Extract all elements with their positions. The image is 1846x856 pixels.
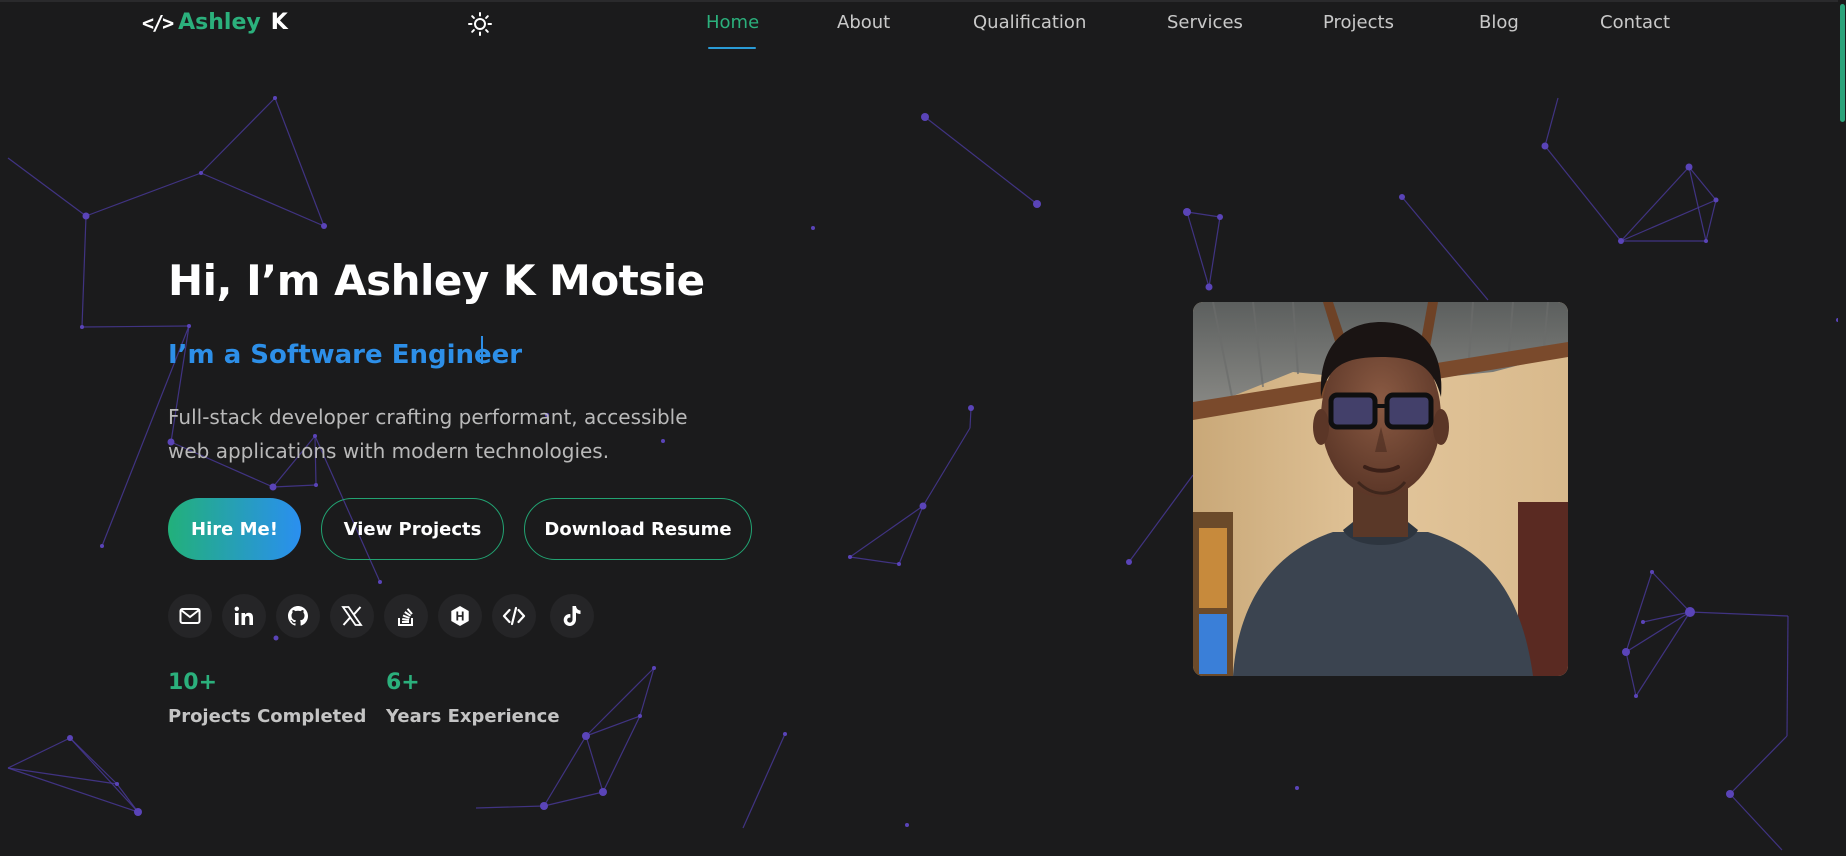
- logo-first-name: Ashley: [178, 10, 261, 35]
- stat-experience-label: Years Experience: [386, 706, 560, 727]
- linkedin-link[interactable]: [222, 594, 266, 638]
- logo[interactable]: </> Ashley K: [142, 10, 288, 35]
- code-link[interactable]: [492, 594, 536, 638]
- hackerrank-icon: [451, 606, 469, 626]
- top-navbar: </> Ashley K Home About Qualification Se…: [0, 0, 1846, 50]
- view-projects-button[interactable]: View Projects: [321, 498, 504, 560]
- tiktok-icon: [563, 606, 581, 626]
- linkedin-icon: [234, 606, 253, 625]
- nav-home[interactable]: Home: [706, 12, 759, 33]
- stat-projects-label: Projects Completed: [168, 706, 367, 727]
- nav-projects[interactable]: Projects: [1323, 12, 1394, 33]
- x-icon: [341, 606, 363, 626]
- stackoverflow-icon: [398, 608, 413, 626]
- hero-title: Hi, I’m Ashley K Motsie: [168, 256, 705, 305]
- profile-photo: [1193, 302, 1568, 676]
- github-link[interactable]: [276, 594, 320, 638]
- stackoverflow-link[interactable]: [384, 594, 428, 638]
- nav-qualification[interactable]: Qualification: [973, 12, 1086, 33]
- sun-icon[interactable]: [467, 11, 493, 37]
- page-scrollbar[interactable]: [1838, 0, 1846, 856]
- stat-experience-value: 6+: [386, 670, 420, 695]
- hero-role: I’m a Software Engineer: [168, 340, 523, 370]
- stat-projects-value: 10+: [168, 670, 218, 695]
- download-resume-button[interactable]: Download Resume: [524, 498, 752, 560]
- mail-icon: [179, 608, 201, 624]
- tiktok-link[interactable]: [550, 594, 594, 638]
- logo-last-name: K: [270, 10, 288, 35]
- github-icon: [288, 606, 308, 626]
- nav-contact[interactable]: Contact: [1600, 12, 1670, 33]
- code-logo-icon: </>: [142, 10, 174, 35]
- nav-blog[interactable]: Blog: [1479, 12, 1519, 33]
- typing-caret: [481, 336, 483, 364]
- nav-about[interactable]: About: [837, 12, 890, 33]
- nav-services[interactable]: Services: [1167, 12, 1243, 33]
- hero-description: Full-stack developer crafting performant…: [168, 405, 688, 463]
- hire-me-button[interactable]: Hire Me!: [168, 498, 301, 560]
- active-nav-indicator: [708, 47, 756, 49]
- hackerrank-link[interactable]: [438, 594, 482, 638]
- scrollbar-thumb[interactable]: [1840, 4, 1845, 122]
- x-link[interactable]: [330, 594, 374, 638]
- code-icon: [502, 606, 526, 626]
- mail-link[interactable]: [168, 594, 212, 638]
